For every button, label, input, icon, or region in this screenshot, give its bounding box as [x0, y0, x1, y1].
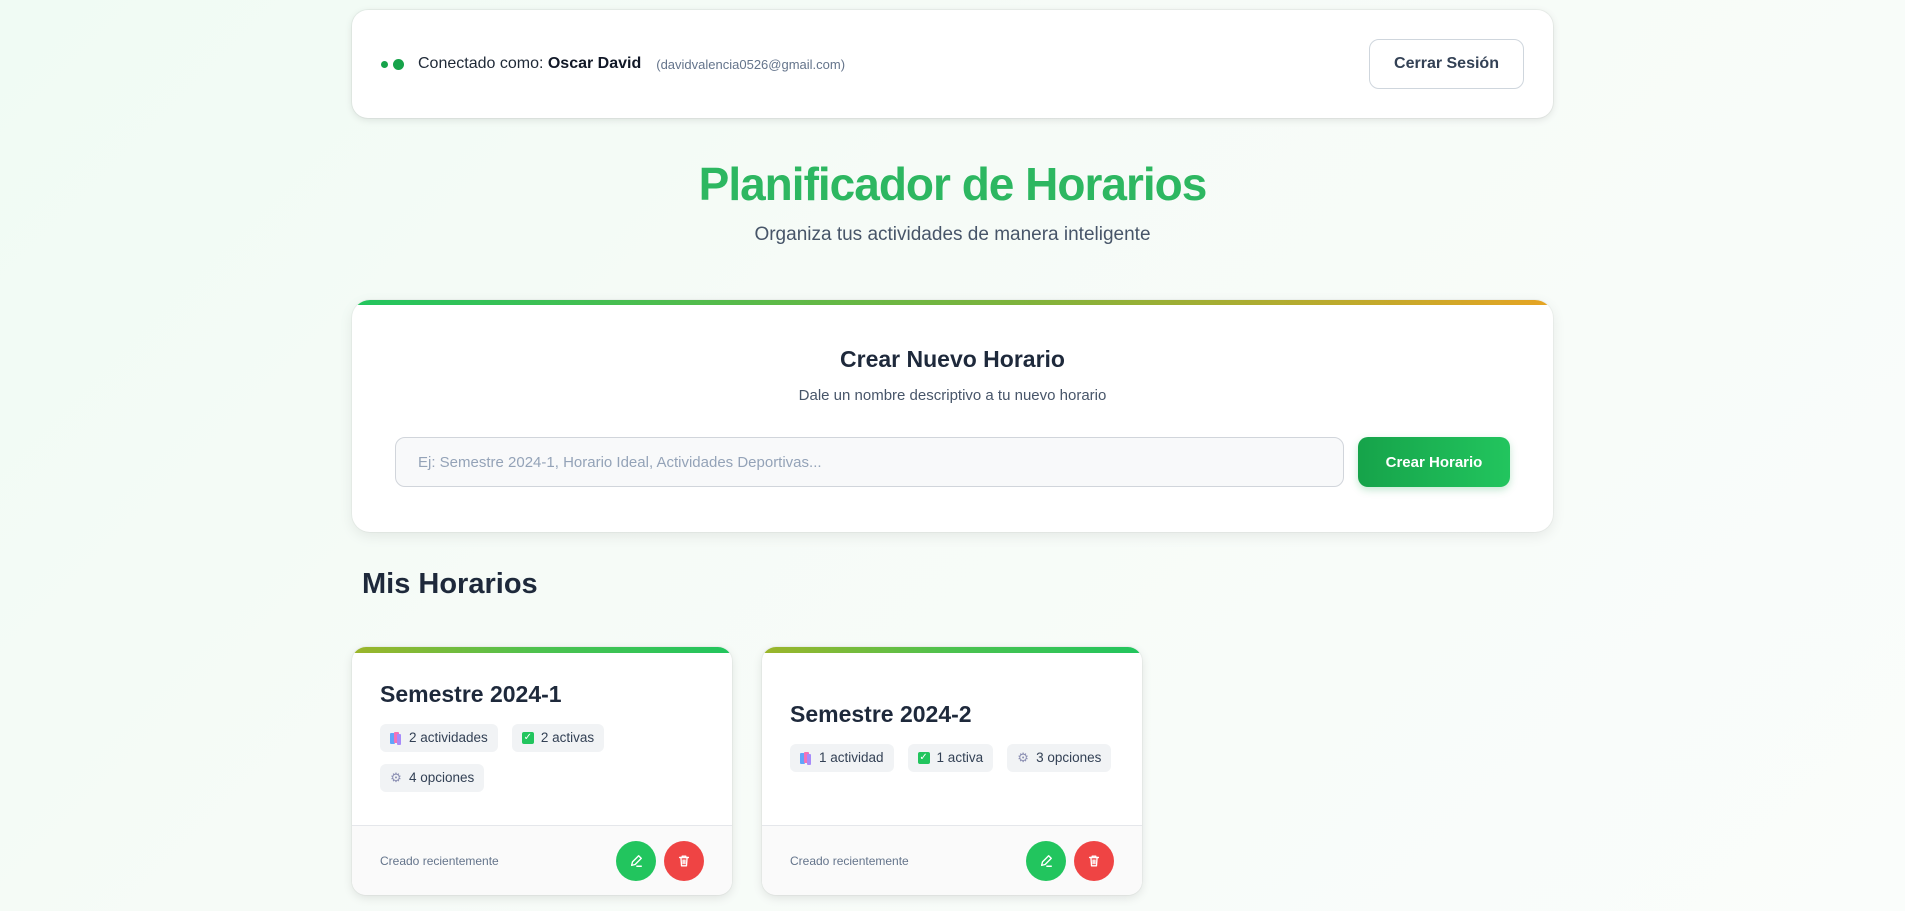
- active-count: 2 activas: [540, 730, 595, 745]
- create-schedule-card: Crear Nuevo Horario Dale un nombre descr…: [352, 300, 1553, 532]
- created-label: Creado recientemente: [790, 853, 909, 868]
- create-form: Crear Horario: [395, 437, 1510, 487]
- schedule-list: Semestre 2024-1 2 actividades ✓ 2 activa…: [352, 647, 1553, 895]
- delete-schedule-button[interactable]: [1074, 840, 1114, 881]
- activities-count-badge: 1 actividad: [790, 743, 894, 772]
- active-count: 1 activa: [936, 750, 984, 765]
- create-schedule-button[interactable]: Crear Horario: [1358, 437, 1510, 487]
- options-count: 4 opciones: [409, 770, 475, 785]
- active-count-badge: ✓ 2 activas: [511, 723, 605, 752]
- trash-icon: [1088, 854, 1100, 867]
- books-icon: [800, 751, 812, 765]
- options-count-badge: ⚙ 3 opciones: [1007, 743, 1112, 772]
- edit-schedule-button[interactable]: [1026, 840, 1066, 881]
- user-status-bar: Conectado como: Oscar David (davidvalenc…: [352, 10, 1553, 118]
- user-name: Oscar David: [547, 55, 642, 72]
- activities-count: 1 actividad: [819, 750, 884, 765]
- connected-as-text: Conectado como: Oscar David: [418, 55, 641, 73]
- logout-button[interactable]: Cerrar Sesión: [1369, 39, 1524, 89]
- delete-schedule-button[interactable]: [664, 840, 704, 881]
- card-accent-bar: [352, 300, 1553, 305]
- active-count-badge: ✓ 1 activa: [907, 743, 994, 772]
- hero: Planificador de Horarios Organiza tus ac…: [352, 156, 1553, 246]
- create-subtitle: Dale un nombre descriptivo a tu nuevo ho…: [798, 387, 1107, 404]
- gear-icon: ⚙: [390, 769, 402, 785]
- trash-icon: [678, 854, 690, 867]
- created-label: Creado recientemente: [380, 853, 499, 868]
- create-title: Crear Nuevo Horario: [840, 346, 1065, 372]
- edit-schedule-button[interactable]: [616, 840, 656, 881]
- check-box-icon: ✓: [521, 731, 534, 744]
- card-accent-bar: [762, 647, 1142, 653]
- page-subtitle: Organiza tus actividades de manera intel…: [754, 224, 1151, 245]
- page-title: Planificador de Horarios: [698, 158, 1208, 210]
- card-footer: Creado recientemente: [352, 825, 732, 895]
- my-schedules-heading: Mis Horarios: [362, 568, 538, 600]
- schedule-name: Semestre 2024-2: [790, 700, 972, 727]
- activities-count-badge: 2 actividades: [380, 723, 498, 752]
- schedule-name: Semestre 2024-1: [380, 680, 562, 707]
- connected-prefix: Conectado como:: [418, 55, 544, 72]
- books-icon: [390, 731, 402, 745]
- card-accent-bar: [352, 647, 732, 653]
- activities-count: 2 actividades: [409, 730, 488, 745]
- pencil-icon: [1040, 854, 1052, 867]
- schedule-card[interactable]: Semestre 2024-1 2 actividades ✓ 2 activa…: [352, 647, 732, 895]
- options-count-badge: ⚙ 4 opciones: [380, 763, 485, 792]
- gear-icon: ⚙: [1017, 749, 1029, 765]
- card-footer: Creado recientemente: [762, 825, 1142, 895]
- schedule-name-input[interactable]: [395, 437, 1344, 487]
- user-email: (davidvalencia0526@gmail.com): [656, 56, 846, 72]
- check-box-icon: ✓: [917, 751, 930, 764]
- options-count: 3 opciones: [1036, 750, 1102, 765]
- online-dots-icon: [381, 58, 404, 70]
- pencil-icon: [630, 854, 642, 867]
- page-container: Conectado como: Oscar David (davidvalenc…: [352, 10, 1553, 895]
- schedule-card[interactable]: Semestre 2024-2 1 actividad ✓ 1 activa ⚙: [762, 647, 1142, 895]
